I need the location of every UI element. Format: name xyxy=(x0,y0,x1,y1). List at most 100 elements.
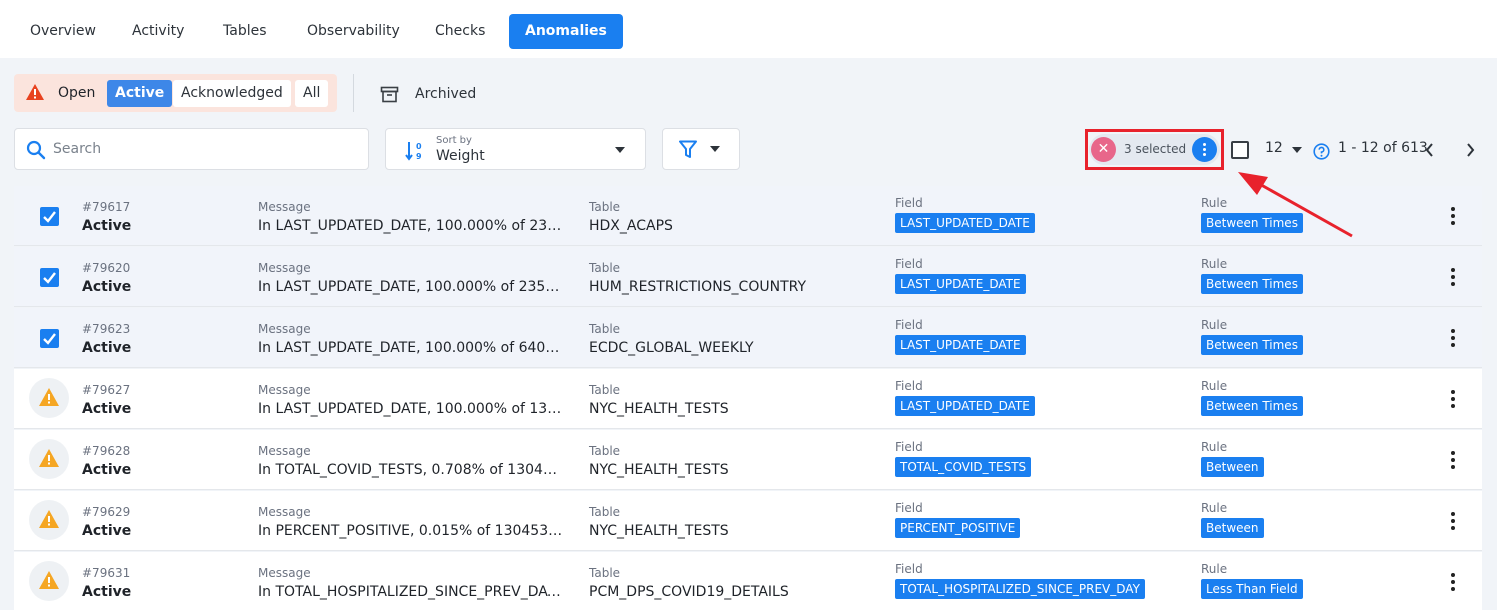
sort-select[interactable]: 0 9 Sort by Weight xyxy=(385,128,646,170)
table-label: Table xyxy=(589,322,621,336)
per-page-select[interactable]: 12 xyxy=(1265,140,1302,160)
archived-button[interactable]: Archived xyxy=(380,81,476,107)
field-label: Field xyxy=(895,379,923,393)
svg-text:0: 0 xyxy=(416,142,422,151)
message-label: Message xyxy=(258,383,311,397)
message-label: Message xyxy=(258,566,311,580)
anomaly-status: Active xyxy=(82,279,132,295)
rule-badge[interactable]: Between xyxy=(1201,457,1264,477)
anomaly-id: #79620 xyxy=(82,261,131,275)
field-badge[interactable]: TOTAL_COVID_TESTS xyxy=(895,457,1032,477)
per-page-value: 12 xyxy=(1265,140,1283,156)
rule-badge[interactable]: Less Than Field xyxy=(1201,579,1303,599)
filter-icon xyxy=(679,140,697,158)
status-active-chip[interactable]: Active xyxy=(107,80,173,107)
selection-indicator: ✕ 3 selected xyxy=(1089,134,1220,165)
status-all-chip[interactable]: All xyxy=(295,80,329,107)
checkmark-icon xyxy=(43,211,56,223)
anomaly-id: #79627 xyxy=(82,383,131,397)
anomaly-status: Active xyxy=(82,584,132,600)
tab-bar: Overview Activity Tables Observability C… xyxy=(0,0,1497,58)
sort-value: Weight xyxy=(436,148,485,164)
checkmark-icon xyxy=(43,333,56,345)
anomaly-row[interactable]: #79617 Active Message In LAST_UPDATED_DA… xyxy=(14,186,1482,246)
field-label: Field xyxy=(895,562,923,576)
clear-selection-icon[interactable]: ✕ xyxy=(1091,137,1116,162)
row-menu-icon[interactable] xyxy=(1448,510,1458,532)
status-open-label[interactable]: Open xyxy=(58,74,95,112)
rule-badge[interactable]: Between Times xyxy=(1201,335,1303,355)
rule-badge[interactable]: Between Times xyxy=(1201,396,1303,416)
row-menu-icon[interactable] xyxy=(1448,388,1458,410)
anomaly-row[interactable]: #79623 Active Message In LAST_UPDATE_DAT… xyxy=(14,308,1482,368)
field-label: Field xyxy=(895,196,923,210)
status-acknowledged-chip[interactable]: Acknowledged xyxy=(173,80,291,107)
anomaly-alert-icon xyxy=(29,439,69,479)
tab-overview[interactable]: Overview xyxy=(14,14,112,49)
anomaly-status: Active xyxy=(82,462,132,478)
pagination-range: 1 - 12 of 613 xyxy=(1338,140,1428,156)
anomaly-message: In LAST_UPDATED_DATE, 100.000% of 23923 … xyxy=(258,218,563,234)
anomaly-message: In TOTAL_COVID_TESTS, 0.708% of 130453 f… xyxy=(258,462,563,478)
row-menu-icon[interactable] xyxy=(1448,571,1458,593)
anomaly-table: PCM_DPS_COVID19_DETAILS xyxy=(589,584,789,600)
field-label: Field xyxy=(895,501,923,515)
tab-activity[interactable]: Activity xyxy=(116,14,200,49)
row-checkbox[interactable] xyxy=(40,329,59,348)
message-label: Message xyxy=(258,322,311,336)
row-checkbox[interactable] xyxy=(40,207,59,226)
anomaly-row[interactable]: #79627 Active Message In LAST_UPDATED_DA… xyxy=(14,369,1482,429)
anomaly-table: NYC_HEALTH_TESTS xyxy=(589,523,729,539)
chevron-down-icon xyxy=(710,146,720,152)
anomaly-status: Active xyxy=(82,401,132,417)
field-badge[interactable]: LAST_UPDATE_DATE xyxy=(895,335,1026,355)
field-badge[interactable]: PERCENT_POSITIVE xyxy=(895,518,1021,538)
rule-badge[interactable]: Between Times xyxy=(1201,274,1303,294)
anomaly-id: #79629 xyxy=(82,505,131,519)
field-badge[interactable]: LAST_UPDATED_DATE xyxy=(895,396,1035,416)
row-menu-icon[interactable] xyxy=(1448,266,1458,288)
rule-label: Rule xyxy=(1201,318,1228,332)
anomaly-row[interactable]: #79628 Active Message In TOTAL_COVID_TES… xyxy=(14,430,1482,490)
anomaly-status: Active xyxy=(82,523,132,539)
checkmark-icon xyxy=(43,272,56,284)
selection-count: 3 selected xyxy=(1124,142,1187,156)
anomaly-table: HDX_ACAPS xyxy=(589,218,673,234)
select-all-checkbox[interactable] xyxy=(1231,141,1249,159)
anomaly-alert-icon xyxy=(29,561,69,601)
chevron-down-icon xyxy=(1292,147,1302,153)
rule-badge[interactable]: Between Times xyxy=(1201,213,1303,233)
chevron-right-icon[interactable] xyxy=(1464,142,1476,158)
rule-label: Rule xyxy=(1201,257,1228,271)
rule-label: Rule xyxy=(1201,562,1228,576)
chevron-left-icon[interactable] xyxy=(1424,142,1436,158)
filter-button[interactable] xyxy=(662,128,740,170)
row-menu-icon[interactable] xyxy=(1448,449,1458,471)
field-badge[interactable]: TOTAL_HOSPITALIZED_SINCE_PREV_DAY xyxy=(895,579,1145,599)
row-menu-icon[interactable] xyxy=(1448,205,1458,227)
anomaly-table: HUM_RESTRICTIONS_COUNTRY xyxy=(589,279,807,295)
row-menu-icon[interactable] xyxy=(1448,327,1458,349)
search-input[interactable] xyxy=(53,137,353,161)
tab-observability[interactable]: Observability xyxy=(291,14,416,49)
tab-checks[interactable]: Checks xyxy=(419,14,501,49)
table-label: Table xyxy=(589,383,621,397)
anomaly-message: In LAST_UPDATE_DATE, 100.000% of 235 fil… xyxy=(258,279,563,295)
anomaly-row[interactable]: #79631 Active Message In TOTAL_HOSPITALI… xyxy=(14,552,1482,610)
help-icon[interactable] xyxy=(1313,143,1330,160)
rule-badge[interactable]: Between xyxy=(1201,518,1264,538)
bulk-actions-menu-icon[interactable] xyxy=(1192,137,1217,162)
chevron-down-icon xyxy=(615,147,625,153)
tab-anomalies[interactable]: Anomalies xyxy=(509,14,623,49)
archived-label: Archived xyxy=(415,86,477,102)
tab-tables[interactable]: Tables xyxy=(207,14,283,49)
field-label: Field xyxy=(895,257,923,271)
anomaly-row[interactable]: #79629 Active Message In PERCENT_POSITIV… xyxy=(14,491,1482,551)
anomaly-message: In PERCENT_POSITIVE, 0.015% of 130453 fi… xyxy=(258,523,563,539)
row-checkbox[interactable] xyxy=(40,268,59,287)
rule-label: Rule xyxy=(1201,379,1228,393)
anomaly-row[interactable]: #79620 Active Message In LAST_UPDATE_DAT… xyxy=(14,247,1482,307)
field-badge[interactable]: LAST_UPDATED_DATE xyxy=(895,213,1035,233)
field-badge[interactable]: LAST_UPDATE_DATE xyxy=(895,274,1026,294)
toolbar-divider xyxy=(353,74,354,112)
